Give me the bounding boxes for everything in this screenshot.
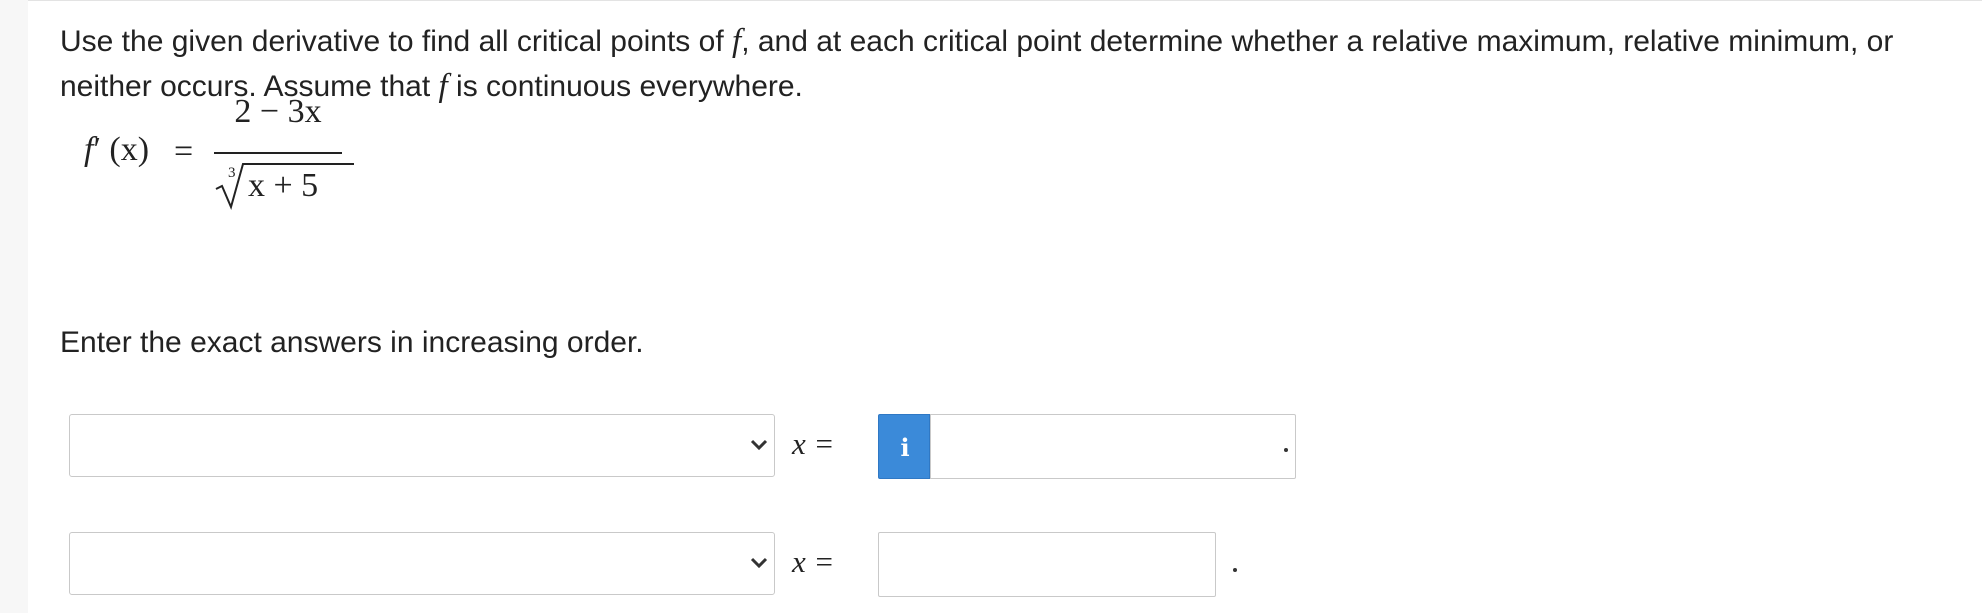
- chevron-down-icon: [750, 439, 768, 451]
- instruction-text: Enter the exact answers in increasing or…: [60, 326, 644, 359]
- root-index: 3: [228, 165, 236, 181]
- function-f: f: [438, 68, 448, 104]
- formula-denominator: 3 x + 5: [214, 159, 354, 211]
- formula-equals: =: [174, 133, 194, 170]
- function-f: f: [732, 23, 742, 59]
- info-button[interactable]: i: [878, 414, 930, 479]
- period-2: [1233, 568, 1237, 572]
- formula-numerator: 2 − 3x: [234, 93, 322, 130]
- question-text: Use the given derivative to find all cri…: [60, 19, 1940, 109]
- x-equals-text-1: x =: [792, 426, 835, 461]
- radicand: x + 5: [248, 167, 319, 204]
- x-equals-label-1: x =: [792, 426, 834, 462]
- question-card: Use the given derivative to find all cri…: [28, 0, 1982, 613]
- question-text-part1: Use the given derivative to find all cri…: [60, 25, 724, 58]
- x-equals-text-2: x =: [792, 544, 835, 579]
- x-equals-label-2: x =: [792, 544, 834, 580]
- question-text-part3: is continuous everywhere.: [447, 70, 803, 103]
- classification-select-1[interactable]: [69, 414, 775, 477]
- info-icon: i: [900, 433, 910, 462]
- formula-prime-x: ′ (x): [93, 131, 150, 168]
- classification-select-2[interactable]: [69, 532, 775, 595]
- fraction-bar: [214, 152, 342, 154]
- answer-input-1[interactable]: [930, 414, 1296, 479]
- derivative-formula: f′ (x) = 2 − 3x 3 x + 5: [56, 93, 356, 217]
- answer-input-2[interactable]: [878, 532, 1216, 597]
- period-1: [1284, 448, 1288, 452]
- chevron-down-icon: [750, 557, 768, 569]
- formula-lhs: f′ (x): [84, 131, 149, 169]
